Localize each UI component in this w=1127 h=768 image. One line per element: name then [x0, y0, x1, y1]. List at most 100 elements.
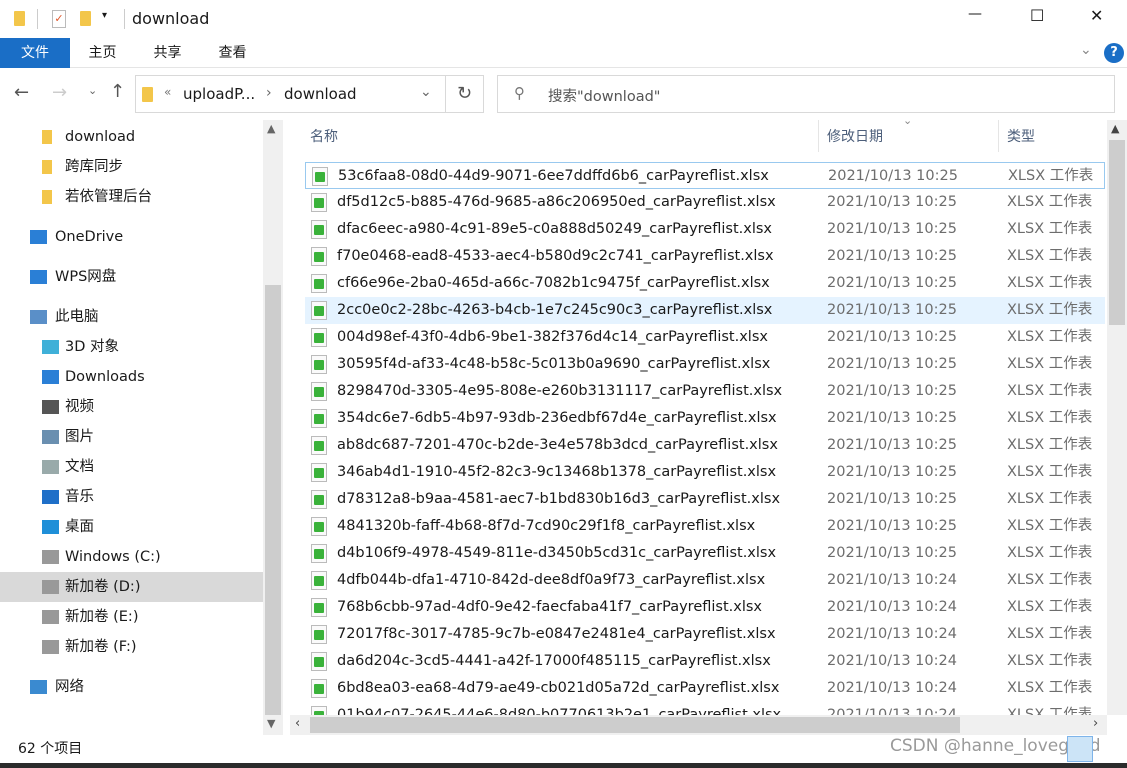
sidebar-item[interactable]: 3D 对象: [0, 332, 263, 362]
file-name: 768b6cbb-97ad-4df0-9e42-faecfaba41f7_car…: [337, 599, 763, 615]
sidebar-item[interactable]: download: [0, 122, 263, 152]
folder-icon: [14, 11, 25, 26]
minimize-button[interactable]: —: [968, 6, 982, 22]
window-title: download: [132, 9, 210, 28]
file-type: XLSX 工作表: [1007, 356, 1093, 372]
breadcrumb-uploadP[interactable]: uploadP...: [183, 85, 255, 103]
chevron-right-icon[interactable]: ›: [266, 85, 272, 101]
file-type: XLSX 工作表: [1007, 437, 1093, 453]
scroll-up-icon[interactable]: ▲: [267, 122, 275, 135]
sidebar-item[interactable]: 新加卷 (D:): [0, 572, 263, 602]
file-type: XLSX 工作表: [1007, 707, 1093, 715]
tab-share[interactable]: 共享: [145, 38, 190, 68]
xlsx-file-icon: [311, 220, 327, 239]
sidebar-item[interactable]: Downloads: [0, 362, 263, 392]
properties-icon[interactable]: ✓: [52, 10, 66, 28]
file-name: 2cc0e0c2-28bc-4263-b4cb-1e7c245c90c3_car…: [337, 302, 773, 318]
breadcrumb-download[interactable]: download: [284, 85, 357, 103]
scroll-left-icon[interactable]: ‹: [295, 716, 300, 731]
sidebar-item[interactable]: 文档: [0, 452, 263, 482]
divider: [124, 9, 125, 29]
vertical-scrollbar-thumb[interactable]: [1109, 140, 1125, 325]
address-bar[interactable]: « uploadP... › download ⌄: [135, 75, 446, 113]
up-button[interactable]: ↑: [110, 81, 125, 102]
file-row[interactable]: 01b94c07-2645-44e6-8d80-b0770613b2e1_car…: [305, 702, 1105, 715]
file-type: XLSX 工作表: [1007, 518, 1093, 534]
sidebar-item[interactable]: 新加卷 (E:): [0, 602, 263, 632]
details-view-button[interactable]: [1067, 736, 1093, 762]
file-row[interactable]: df5d12c5-b885-476d-9685-a86c206950ed_car…: [305, 189, 1105, 216]
file-row[interactable]: ab8dc687-7201-470c-b2de-3e4e578b3dcd_car…: [305, 432, 1105, 459]
xlsx-file-icon: [311, 571, 327, 590]
scroll-down-icon[interactable]: ▼: [267, 717, 275, 730]
file-type: XLSX 工作表: [1007, 383, 1093, 399]
file-row[interactable]: 72017f8c-3017-4785-9c7b-e0847e2481e4_car…: [305, 621, 1105, 648]
sidebar-item[interactable]: OneDrive: [0, 222, 263, 252]
file-row[interactable]: 4841320b-faff-4b68-8f7d-7cd90c29f1f8_car…: [305, 513, 1105, 540]
file-row[interactable]: d78312a8-b9aa-4581-aec7-b1bd830b16d3_car…: [305, 486, 1105, 513]
close-button[interactable]: ✕: [1090, 6, 1103, 25]
file-name: da6d204c-3cd5-4441-a42f-17000f485115_car…: [337, 653, 771, 669]
sidebar-item[interactable]: 跨库同步: [0, 152, 263, 182]
expand-ribbon-icon[interactable]: ⌄: [1080, 42, 1092, 58]
column-header-name[interactable]: 名称: [310, 120, 338, 155]
file-row[interactable]: dfac6eec-a980-4c91-89e5-c0a888d50249_car…: [305, 216, 1105, 243]
sidebar-item-label: 图片: [65, 429, 94, 445]
sidebar-scrollbar-thumb[interactable]: [265, 285, 281, 715]
file-row[interactable]: da6d204c-3cd5-4441-a42f-17000f485115_car…: [305, 648, 1105, 675]
file-row[interactable]: 346ab4d1-1910-45f2-82c3-9c13468b1378_car…: [305, 459, 1105, 486]
column-header-type[interactable]: 类型: [1007, 120, 1035, 155]
tab-file[interactable]: 文件: [0, 38, 70, 68]
file-row[interactable]: 6bd8ea03-ea68-4d79-ae49-cb021d05a72d_car…: [305, 675, 1105, 702]
file-row[interactable]: 30595f4d-af33-4c48-b58c-5c013b0a9690_car…: [305, 351, 1105, 378]
file-row[interactable]: 004d98ef-43f0-4db6-9be1-382f376d4c14_car…: [305, 324, 1105, 351]
maximize-button[interactable]: ☐: [1030, 6, 1044, 25]
video-icon: [42, 400, 59, 414]
address-dropdown-icon[interactable]: ⌄: [420, 84, 432, 100]
new-folder-icon[interactable]: [80, 11, 91, 26]
horizontal-scrollbar-thumb[interactable]: [310, 717, 960, 733]
title-bar: ✓ ▾ download — ☐ ✕: [0, 0, 1127, 38]
file-row[interactable]: cf66e96e-2ba0-465d-a66c-7082b1c9475f_car…: [305, 270, 1105, 297]
column-divider[interactable]: [998, 120, 999, 152]
sidebar-item[interactable]: 图片: [0, 422, 263, 452]
tab-view[interactable]: 查看: [210, 38, 255, 68]
sidebar-item[interactable]: 桌面: [0, 512, 263, 542]
file-name: dfac6eec-a980-4c91-89e5-c0a888d50249_car…: [337, 221, 772, 237]
search-placeholder: 搜索"download": [548, 89, 661, 105]
sidebar-item[interactable]: 视频: [0, 392, 263, 422]
folder-icon: [42, 130, 52, 144]
file-row[interactable]: 53c6faa8-08d0-44d9-9071-6ee7ddffd6b6_car…: [305, 162, 1105, 189]
column-divider[interactable]: [818, 120, 819, 152]
file-name: 346ab4d1-1910-45f2-82c3-9c13468b1378_car…: [337, 464, 777, 480]
scroll-up-icon[interactable]: ▲: [1111, 122, 1119, 135]
sidebar-item[interactable]: 若依管理后台: [0, 182, 263, 212]
file-row[interactable]: 2cc0e0c2-28bc-4263-b4cb-1e7c245c90c3_car…: [305, 297, 1105, 324]
column-header-date[interactable]: 修改日期: [827, 120, 883, 155]
sidebar-item[interactable]: 网络: [0, 672, 263, 702]
recent-locations-icon[interactable]: ⌄: [88, 84, 97, 97]
search-input[interactable]: ⚲ 搜索"download": [497, 75, 1115, 113]
sidebar-item[interactable]: 音乐: [0, 482, 263, 512]
file-row[interactable]: 8298470d-3305-4e95-808e-e260b3131117_car…: [305, 378, 1105, 405]
file-type: XLSX 工作表: [1007, 653, 1093, 669]
sidebar-item[interactable]: 此电脑: [0, 302, 263, 332]
refresh-button[interactable]: ↻: [446, 75, 484, 113]
back-button[interactable]: ←: [14, 82, 29, 103]
path-overflow[interactable]: «: [164, 85, 171, 99]
file-row[interactable]: 354dc6e7-6db5-4b97-93db-236edbf67d4e_car…: [305, 405, 1105, 432]
quick-access-dropdown-icon[interactable]: ▾: [102, 10, 107, 21]
sidebar-item[interactable]: WPS网盘: [0, 262, 263, 292]
scroll-right-icon[interactable]: ›: [1093, 716, 1098, 731]
xlsx-file-icon: [311, 598, 327, 617]
file-row[interactable]: d4b106f9-4978-4549-811e-d3450b5cd31c_car…: [305, 540, 1105, 567]
file-modified-date: 2021/10/13 10:25: [827, 248, 957, 264]
file-row[interactable]: 4dfb044b-dfa1-4710-842d-dee8df0a9f73_car…: [305, 567, 1105, 594]
file-row[interactable]: 768b6cbb-97ad-4df0-9e42-faecfaba41f7_car…: [305, 594, 1105, 621]
sidebar-item[interactable]: Windows (C:): [0, 542, 263, 572]
file-row[interactable]: f70e0468-ead8-4533-aec4-b580d9c2c741_car…: [305, 243, 1105, 270]
forward-button[interactable]: →: [52, 82, 67, 103]
sidebar-item[interactable]: 新加卷 (F:): [0, 632, 263, 662]
help-button[interactable]: ?: [1104, 43, 1124, 63]
tab-home[interactable]: 主页: [80, 38, 125, 68]
